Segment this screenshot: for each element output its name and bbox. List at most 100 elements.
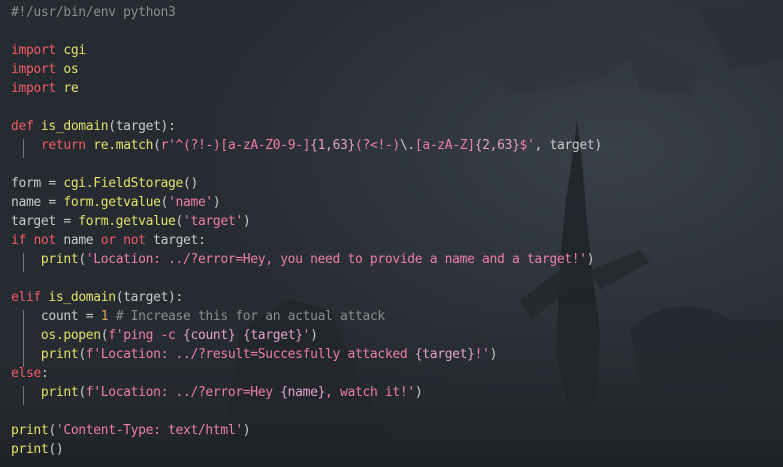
code-token-plain: form = — [11, 176, 64, 191]
code-token-func: print — [11, 423, 49, 438]
code-token-func: os.popen — [40, 328, 101, 343]
code-token-plain: ( — [78, 347, 86, 362]
code-token-plain: ( — [160, 195, 169, 210]
code-token-plain: ( — [175, 214, 184, 229]
code-token-func: print — [40, 385, 79, 400]
code-token-string: [a-zA-Z] — [414, 138, 475, 153]
code-editor[interactable]: #!/usr/bin/env python3 import cgi import o… — [11, 3, 783, 467]
code-token-string: f'Location: ../?result=Succesfully attac… — [85, 347, 415, 362]
code-token-func: form.getvalue — [78, 214, 176, 229]
code-token-comment: # Increase this for an actual attack — [115, 309, 386, 324]
code-token-plain: ) — [212, 195, 221, 210]
code-token-plain: name — [55, 233, 101, 248]
code-token-plain: (target): — [108, 119, 176, 134]
code-line: form = cgi.FieldStorage() — [11, 174, 198, 193]
code-token-keyword: import — [11, 43, 56, 58]
code-line: import os — [11, 60, 79, 79]
code-token-string: r'^(?!-)[a-zA-Z0-9-] — [160, 138, 311, 153]
code-line: import re — [11, 79, 79, 98]
code-token-brace: {1,63} — [310, 138, 356, 153]
code-token-plain: target: — [145, 233, 206, 248]
code-token-plain: name = — [11, 195, 64, 210]
code-token-func: os — [63, 62, 79, 77]
code-token-plain: ) — [586, 252, 595, 267]
code-token-func: re — [63, 81, 79, 96]
code-line: #!/usr/bin/env python3 — [11, 3, 176, 22]
code-token-keyword: return — [40, 138, 86, 153]
code-token-brace: {2,63} — [474, 138, 520, 153]
code-token-keyword: import — [11, 62, 56, 77]
code-token-plain: target = — [11, 214, 79, 229]
code-token-func: print — [40, 252, 79, 267]
code-token-string: !' — [474, 347, 490, 362]
code-token-plain: ) — [414, 385, 423, 400]
code-line: os.popen(f'ping -c {count} {target}') — [11, 326, 318, 345]
code-token-brace: {target} — [414, 347, 475, 362]
code-line: def is_domain(target): — [11, 117, 176, 136]
code-token-string: (?<!-) — [355, 138, 400, 153]
code-token-func: re.match — [93, 138, 154, 153]
code-token-plain: ) — [489, 347, 498, 362]
code-token-string: 'Content-Type: text/html' — [55, 423, 243, 438]
code-token-plain: ( — [78, 385, 86, 400]
code-token-func: is_domain — [48, 290, 116, 305]
code-token-plain: , target) — [534, 138, 603, 153]
code-line: print('Location: ../?error=Hey, you need… — [11, 250, 595, 269]
code-token-plain: ) — [242, 423, 251, 438]
code-token-keyword: import — [11, 81, 56, 96]
code-token-keyword: elif — [11, 290, 41, 305]
code-token-string: 'target' — [182, 214, 243, 229]
code-token-plain: ( — [78, 252, 86, 267]
code-line: print() — [11, 440, 64, 459]
code-token-brace: {name} — [280, 385, 326, 400]
code-token-keyword: or — [100, 233, 116, 248]
code-token-string: f'Location: ../?error=Hey — [85, 385, 281, 400]
code-token-string: $' — [519, 138, 535, 153]
code-token-keyword: def — [11, 119, 34, 134]
code-line: print(f'Location: ../?result=Succesfully… — [11, 345, 498, 364]
code-token-escape: \. — [399, 138, 415, 153]
code-token-brace: {count} — [183, 328, 236, 343]
code-token-func: print — [40, 347, 79, 362]
code-token-string: , watch it!' — [325, 385, 415, 400]
code-token-plain: : — [40, 366, 49, 381]
code-token-plain: () — [48, 442, 64, 457]
code-token-plain: ( — [48, 423, 56, 438]
code-token-string: f'ping -c — [108, 328, 184, 343]
code-token-func: cgi — [63, 43, 86, 58]
code-token-plain: ( — [153, 138, 161, 153]
code-line: count = 1 # Increase this for an actual … — [11, 307, 385, 326]
code-token-comment: #!/usr/bin/env python3 — [11, 5, 176, 20]
code-token-plain: ) — [242, 214, 251, 229]
code-token-plain: (target): — [115, 290, 184, 305]
code-token-func: form.getvalue — [63, 195, 161, 210]
code-token-plain: () — [182, 176, 198, 191]
code-line: target = form.getvalue('target') — [11, 212, 251, 231]
code-token-string — [235, 328, 242, 343]
code-token-keyword: else — [11, 366, 41, 381]
code-token-brace: {target} — [242, 328, 303, 343]
code-token-keyword: not — [123, 233, 146, 248]
code-line: print(f'Location: ../?error=Hey {name}, … — [11, 383, 423, 402]
code-token-string: 'Location: ../?error=Hey, you need to pr… — [85, 252, 587, 267]
code-token-plain: ) — [310, 328, 318, 343]
code-token-keyword: not — [33, 233, 56, 248]
code-token-string: 'name' — [168, 195, 213, 210]
code-token-keyword: if — [11, 233, 26, 248]
code-line: return re.match(r'^(?!-)[a-zA-Z0-9-]{1,6… — [11, 136, 602, 155]
code-line: import cgi — [11, 41, 86, 60]
code-token-plain: count = — [11, 309, 101, 324]
code-token-func: print — [11, 442, 49, 457]
code-line: else: — [11, 364, 49, 383]
code-line: name = form.getvalue('name') — [11, 193, 221, 212]
code-line: if not name or not target: — [11, 231, 206, 250]
code-token-func: cgi.FieldStorage — [63, 176, 183, 191]
code-token-func: is_domain — [40, 119, 109, 134]
